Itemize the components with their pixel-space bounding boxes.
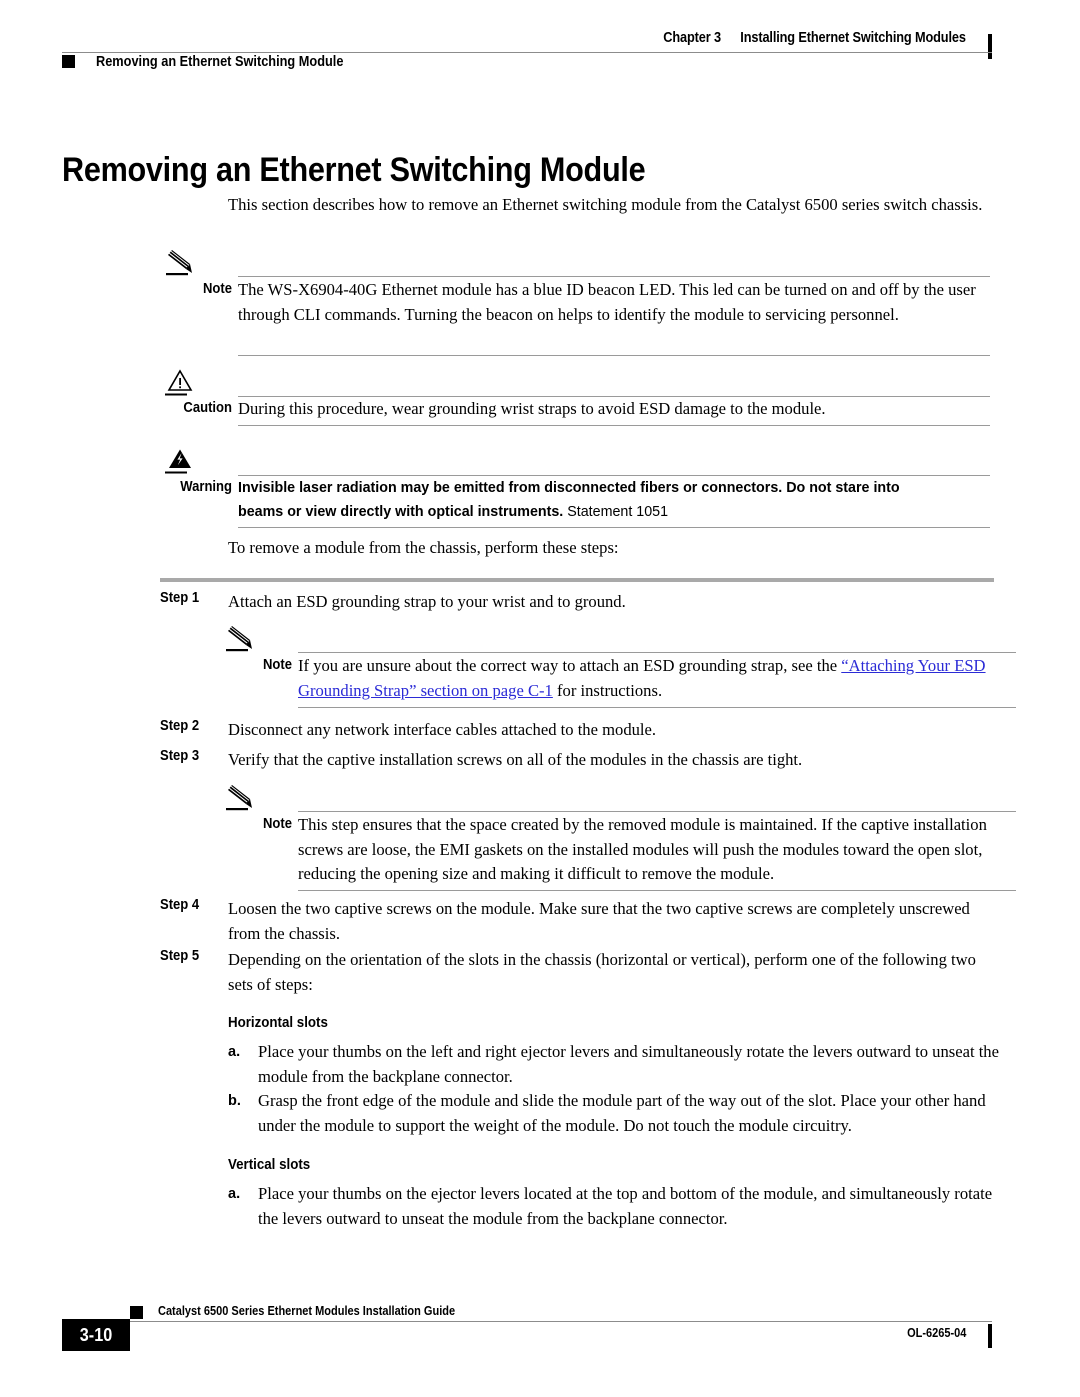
header-chapter-title: Installing Ethernet Switching Modules — [740, 30, 966, 46]
header-rule — [62, 52, 992, 53]
step-3-text: Verify that the captive installation scr… — [228, 750, 803, 769]
footer-change-bar — [988, 1324, 992, 1348]
note-rule-top — [238, 276, 990, 277]
page-title: Removing an Ethernet Switching Module — [62, 150, 646, 189]
page-header: Chapter 3 Installing Ethernet Switching M… — [62, 30, 992, 82]
note-pencil-icon — [160, 248, 206, 276]
note-label-2: Note — [262, 657, 292, 673]
lead-in-paragraph: To remove a module from the chassis, per… — [228, 538, 619, 557]
note-pencil-icon — [220, 624, 266, 652]
vertical-substep-a-label: a. — [228, 1186, 241, 1202]
steps-divider-rule — [160, 578, 994, 582]
horizontal-substep-a-label: a. — [228, 1044, 241, 1060]
header-bullet-square-icon — [62, 55, 75, 68]
step-2-text: Disconnect any network interface cables … — [228, 720, 657, 739]
document-page: Chapter 3 Installing Ethernet Switching M… — [0, 0, 1080, 1397]
intro-paragraph: This section describes how to remove an … — [228, 195, 983, 214]
footer-document-id: OL-6265-04 — [906, 1326, 966, 1340]
warning-label: Warning — [180, 479, 232, 495]
footer-rule — [130, 1321, 992, 1322]
step-3-label: Step 3 — [160, 748, 200, 764]
warning-text: Invisible laser radiation may be emitted… — [238, 476, 945, 524]
warning-rule-bottom — [238, 527, 990, 528]
note-rule-top — [298, 811, 1016, 812]
note-text-3: This step ensures that the space created… — [298, 815, 987, 883]
step-5-text: Depending on the orientation of the slot… — [228, 950, 976, 994]
horizontal-slots-heading: Horizontal slots — [228, 1015, 328, 1031]
note-rule-bottom — [298, 890, 1016, 891]
note-pencil-icon — [220, 783, 266, 811]
warning-lightning-icon — [160, 447, 206, 475]
step-5-label: Step 5 — [160, 948, 200, 964]
page-footer: Catalyst 6500 Series Ethernet Modules In… — [62, 1304, 992, 1364]
horizontal-substep-b-label: b. — [228, 1093, 241, 1109]
footer-bullet-square-icon — [130, 1306, 143, 1319]
caution-text: During this procedure, wear grounding wr… — [238, 399, 826, 418]
step-4-text: Loosen the two captive screws on the mod… — [228, 899, 970, 943]
header-section-title: Removing an Ethernet Switching Module — [96, 54, 344, 70]
step-2-label: Step 2 — [160, 718, 200, 734]
step-4-label: Step 4 — [160, 897, 200, 913]
horizontal-substep-b-text: Grasp the front edge of the module and s… — [258, 1091, 986, 1135]
header-chapter-line: Chapter 3 Installing Ethernet Switching M… — [663, 30, 966, 46]
header-change-bar — [988, 34, 992, 59]
footer-guide-title: Catalyst 6500 Series Ethernet Modules In… — [158, 1304, 456, 1318]
vertical-slots-heading: Vertical slots — [228, 1157, 311, 1173]
caution-triangle-icon — [160, 368, 206, 396]
note-text-2: If you are unsure about the correct way … — [298, 654, 1016, 703]
footer-page-number: 3-10 — [79, 1325, 113, 1345]
caution-label: Caution — [183, 400, 232, 416]
step-1-label: Step 1 — [160, 590, 200, 606]
note-rule-bottom — [238, 355, 990, 356]
header-chapter-number: Chapter 3 — [663, 30, 722, 46]
step-1-text: Attach an ESD grounding strap to your wr… — [228, 592, 626, 611]
note-rule-bottom — [298, 707, 1016, 708]
horizontal-substep-a-text: Place your thumbs on the left and right … — [258, 1042, 999, 1086]
caution-rule-bottom — [238, 425, 990, 426]
note-label-3: Note — [262, 816, 292, 832]
note-2-text-before: If you are unsure about the correct way … — [298, 656, 842, 675]
note-rule-top — [298, 652, 1016, 653]
note-2-text-after: for instructions. — [552, 680, 663, 700]
vertical-substep-a-text: Place your thumbs on the ejector levers … — [258, 1184, 993, 1228]
note-label-1: Note — [202, 281, 232, 297]
warning-statement-number: Statement 1051 — [567, 503, 669, 520]
note-text-1: The WS-X6904-40G Ethernet module has a b… — [238, 280, 976, 324]
